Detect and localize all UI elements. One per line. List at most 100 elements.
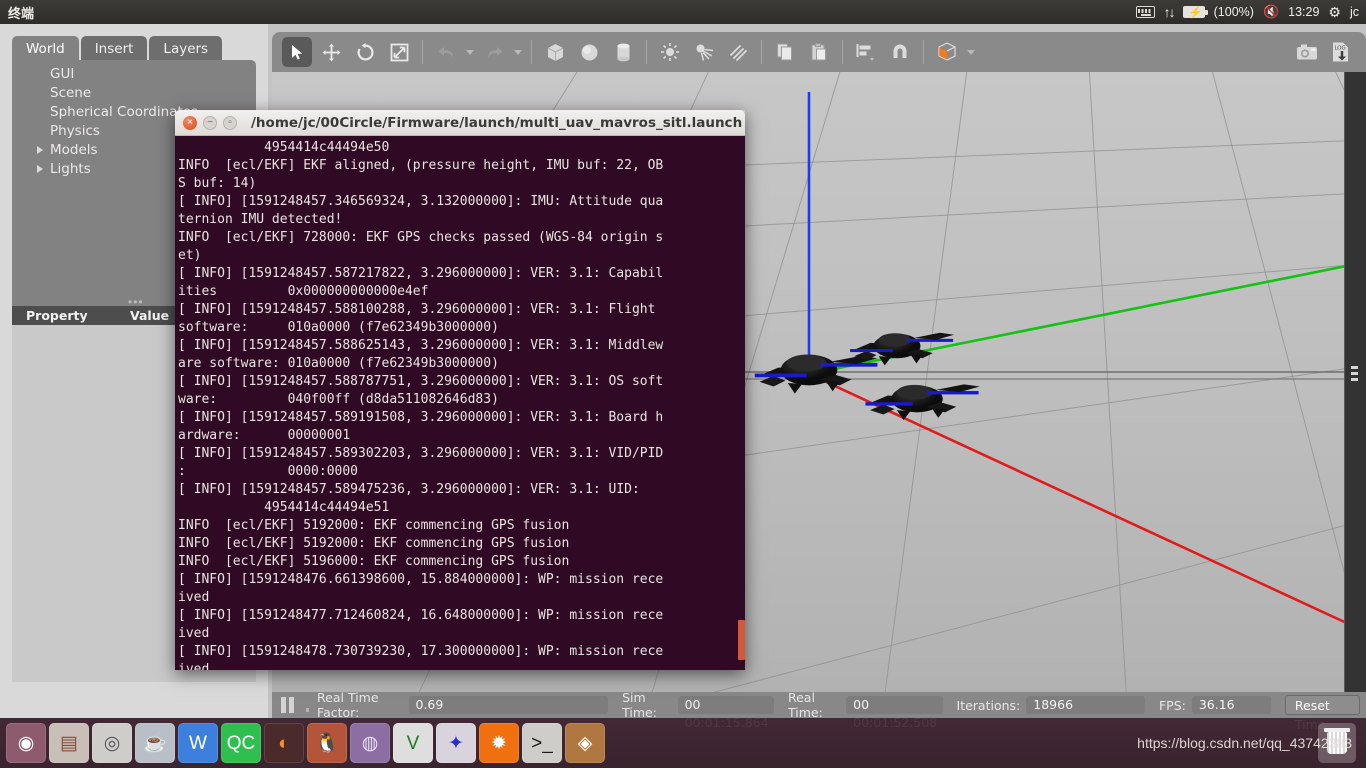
select-tool[interactable] xyxy=(282,37,312,67)
tab-world[interactable]: World xyxy=(12,36,79,62)
terminal-line: are software: 010a0000 (f7e62349b3000000… xyxy=(178,356,499,371)
terminal-scrollbar[interactable] xyxy=(738,136,745,670)
right-panel-grip-icon[interactable] xyxy=(1351,366,1358,382)
tab-layers[interactable]: Layers xyxy=(149,36,223,62)
terminal-line: [ INFO] [1591248478.730739230, 17.300000… xyxy=(178,644,664,659)
undo-dropdown-chevron-down-icon[interactable] xyxy=(466,49,474,55)
toolbar-divider xyxy=(842,40,843,64)
insert-point-light[interactable] xyxy=(655,37,685,67)
launcher-item-qq[interactable]: 🐧 xyxy=(307,723,347,763)
toolbar-divider xyxy=(761,40,762,64)
property-column-header: Property xyxy=(26,308,88,323)
launcher-item-gazebo[interactable]: ✹ xyxy=(479,723,519,763)
gear-icon[interactable]: ⚙ xyxy=(1328,4,1341,21)
username-label[interactable]: jc xyxy=(1350,5,1359,19)
insert-sphere[interactable] xyxy=(574,37,604,67)
insert-box[interactable] xyxy=(540,37,570,67)
rotate-tool[interactable] xyxy=(350,37,380,67)
align-button[interactable] xyxy=(851,37,881,67)
terminal-line: software: 010a0000 (f7e62349b3000000) xyxy=(178,320,499,335)
view-mode-button[interactable] xyxy=(932,37,962,67)
insert-cylinder[interactable] xyxy=(608,37,638,67)
gazebo-status-bar: Real Time Factor: 0.69 Sim Time: 00 00:0… xyxy=(272,690,1366,732)
right-panel-collapsed[interactable] xyxy=(1344,72,1366,692)
files-icon: ▤ xyxy=(60,732,78,754)
terminal-line: ived xyxy=(178,626,210,641)
terminal-scrollbar-thumb[interactable] xyxy=(738,620,745,660)
tree-item-gui[interactable]: GUI xyxy=(12,65,256,84)
terminal-line: ternion IMU detected! xyxy=(178,212,343,227)
terminal-window[interactable]: × − ▫ /home/jc/00Circle/Firmware/launch/… xyxy=(175,110,745,670)
chevron-right-icon[interactable] xyxy=(37,146,43,154)
battery-icon[interactable]: ⚡ xyxy=(1182,6,1208,19)
view-mode-dropdown-chevron-down-icon[interactable] xyxy=(967,49,975,55)
reset-time-button[interactable]: Reset Time xyxy=(1284,695,1360,732)
fps-value: 36.16 xyxy=(1191,696,1271,714)
terminal-line: INFO [ecl/EKF] 728000: EKF GPS checks pa… xyxy=(178,230,664,245)
launcher-item-terminal[interactable]: >_ xyxy=(522,723,562,763)
terminal-line: ities 0x000000000000e4ef xyxy=(178,284,429,299)
minimize-icon[interactable]: − xyxy=(203,115,217,130)
launcher-item-firefox[interactable]: ◐ xyxy=(264,723,304,763)
screenshot-icon: ◎ xyxy=(103,732,121,754)
real-time-label: Real Time: xyxy=(787,690,823,720)
insert-spot-light[interactable] xyxy=(689,37,719,67)
close-icon[interactable]: × xyxy=(183,115,197,130)
volume-muted-icon[interactable]: 🔇 xyxy=(1263,4,1279,20)
qgroundcontrol-icon: QC xyxy=(226,732,256,754)
launcher-item-blender[interactable]: ◈ xyxy=(565,723,605,763)
launcher-item-inkscape[interactable]: ✦ xyxy=(436,723,476,763)
unity-launcher: ◉ ▤ ◎ ☕ W QC ◐ 🐧 ◍ V ✦ ✹ >_ ◈ https://blog.csdn.net/q… xyxy=(0,718,1366,768)
terminal-body[interactable]: 4954414c44494e50 INFO [ecl/EKF] EKF align… xyxy=(175,136,745,670)
value-column-header: Value xyxy=(130,308,170,323)
terminal-line: et) xyxy=(178,248,202,263)
toolbar-divider xyxy=(923,40,924,64)
magnet-icon[interactable] xyxy=(885,37,915,67)
pause-button[interactable] xyxy=(280,696,296,714)
terminal-line: [ INFO] [1591248457.587217822, 3.2960000… xyxy=(178,266,664,281)
terminal-line: S buf: 14) xyxy=(178,176,257,191)
world-panel-tabs: World Insert Layers xyxy=(12,34,223,62)
log-download-icon[interactable]: LOG xyxy=(1326,37,1356,67)
redo-button[interactable] xyxy=(479,37,509,67)
maximize-icon[interactable]: ▫ xyxy=(223,115,237,130)
terminal-line: [ INFO] [1591248457.589475236, 3.2960000… xyxy=(178,482,640,497)
tab-insert[interactable]: Insert xyxy=(80,36,148,62)
launcher-item-files[interactable]: ▤ xyxy=(49,723,89,763)
undo-button[interactable] xyxy=(431,37,461,67)
launcher-item-vim[interactable]: V xyxy=(393,723,433,763)
redo-dropdown-chevron-down-icon[interactable] xyxy=(514,49,522,55)
launcher-item-java-ide[interactable]: ☕ xyxy=(135,723,175,763)
terminal-line: [ INFO] [1591248457.588625143, 3.2960000… xyxy=(178,338,664,353)
tree-item-scene[interactable]: Scene xyxy=(12,84,256,103)
chevron-right-icon[interactable] xyxy=(37,165,43,173)
launcher-item-screenshot[interactable]: ◎ xyxy=(92,723,132,763)
vim-icon: V xyxy=(406,732,420,754)
launcher-item-qgroundcontrol[interactable]: QC xyxy=(221,723,261,763)
tree-item-label: Physics xyxy=(50,123,100,139)
copy-button[interactable] xyxy=(770,37,800,67)
terminal-line: [ INFO] [1591248457.588100288, 3.2960000… xyxy=(178,302,656,317)
scale-tool[interactable] xyxy=(384,37,414,67)
terminal-line: INFO [ecl/EKF] 5192000: EKF commencing G… xyxy=(178,518,570,533)
launcher-item-wps-writer[interactable]: W xyxy=(178,723,218,763)
terminal-line: INFO [ecl/EKF] 5192000: EKF commencing G… xyxy=(178,536,570,551)
terminal-line: : 0000:0000 xyxy=(178,464,359,479)
terminal-title-bar[interactable]: × − ▫ /home/jc/00Circle/Firmware/launch/… xyxy=(175,110,745,136)
camera-icon[interactable] xyxy=(1292,37,1322,67)
network-icon[interactable]: ↑↓ xyxy=(1164,5,1176,19)
terminal-line: [ INFO] [1591248457.346569324, 3.1320000… xyxy=(178,194,664,209)
blender-icon: ◈ xyxy=(577,732,593,754)
translate-tool[interactable] xyxy=(316,37,346,67)
paste-button[interactable] xyxy=(804,37,834,67)
step-button[interactable] xyxy=(305,708,310,712)
inkscape-icon: ✦ xyxy=(448,732,464,754)
launcher-items: ◉ ▤ ◎ ☕ W QC ◐ 🐧 ◍ V ✦ ✹ >_ ◈ xyxy=(0,723,605,763)
launcher-item-dash-home[interactable]: ◉ xyxy=(6,723,46,763)
desktop-root: 终端 ↑↓ ⚡ (100%) 🔇 13:29 ⚙ jc World Insert… xyxy=(0,0,1366,768)
real-time-factor-value: 0.69 xyxy=(408,696,609,714)
keyboard-icon[interactable] xyxy=(1135,6,1155,18)
clock-label[interactable]: 13:29 xyxy=(1288,5,1319,19)
insert-directional-light[interactable] xyxy=(723,37,753,67)
launcher-item-media-player[interactable]: ◍ xyxy=(350,723,390,763)
